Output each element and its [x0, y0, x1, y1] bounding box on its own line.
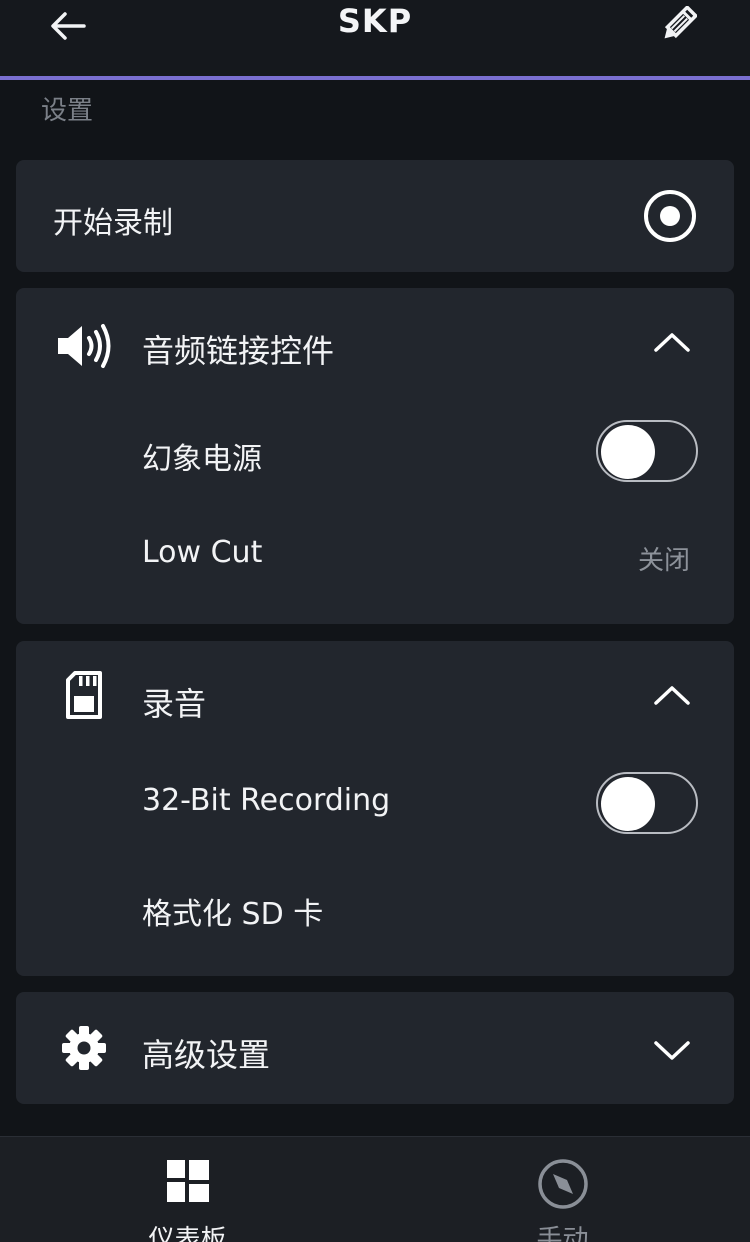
nav-label-manual: 手动: [536, 1225, 589, 1242]
start-recording-row[interactable]: 开始录制: [16, 160, 734, 272]
pencil-icon: [664, 6, 697, 39]
settings-screen: SKP 设置 开始录制 音频链接控件 幻象电源 Low Cut 关闭 录音 32…: [0, 0, 750, 1242]
advanced-settings-row[interactable]: 高级设置: [16, 992, 734, 1104]
chevron-up-icon[interactable]: [648, 677, 696, 713]
page-title: SKP: [337, 2, 413, 40]
bit32-recording-label: 32-Bit Recording: [142, 783, 391, 818]
low-cut-label[interactable]: Low Cut: [142, 535, 262, 570]
recording-card: 录音 32-Bit Recording 格式化 SD 卡: [16, 641, 734, 976]
edit-button[interactable]: [652, 2, 704, 48]
speaker-icon: [54, 322, 114, 370]
advanced-settings-title: 高级设置: [142, 1036, 271, 1074]
toggle-knob: [601, 425, 655, 479]
dashboard-icon: [166, 1159, 210, 1203]
compass-icon: [536, 1157, 590, 1211]
chevron-up-icon[interactable]: [648, 324, 696, 360]
audio-link-controls-title: 音频链接控件: [142, 332, 335, 370]
top-bar: SKP: [0, 0, 750, 80]
phantom-power-toggle[interactable]: [596, 420, 698, 482]
nav-label-dashboard: 仪表板: [148, 1225, 227, 1242]
format-sd-card-row[interactable]: 格式化 SD 卡: [142, 889, 323, 933]
phantom-power-label: 幻象电源: [142, 442, 262, 477]
recording-title: 录音: [142, 685, 207, 723]
section-label: 设置: [41, 96, 94, 126]
audio-link-controls-card: 音频链接控件 幻象电源 Low Cut 关闭: [16, 288, 734, 624]
start-recording-label: 开始录制: [53, 206, 173, 241]
gear-icon: [60, 1024, 108, 1072]
sd-card-icon: [64, 669, 104, 721]
toggle-knob: [601, 777, 655, 831]
bottom-navigation: 仪表板 手动: [0, 1136, 750, 1242]
header-accent-line: [0, 76, 750, 80]
chevron-down-icon[interactable]: [648, 1032, 696, 1068]
bit32-recording-toggle[interactable]: [596, 772, 698, 834]
record-icon: [642, 188, 698, 244]
nav-item-dashboard[interactable]: 仪表板: [0, 1137, 375, 1242]
low-cut-value[interactable]: 关闭: [638, 540, 690, 577]
nav-item-manual[interactable]: 手动: [375, 1137, 750, 1242]
